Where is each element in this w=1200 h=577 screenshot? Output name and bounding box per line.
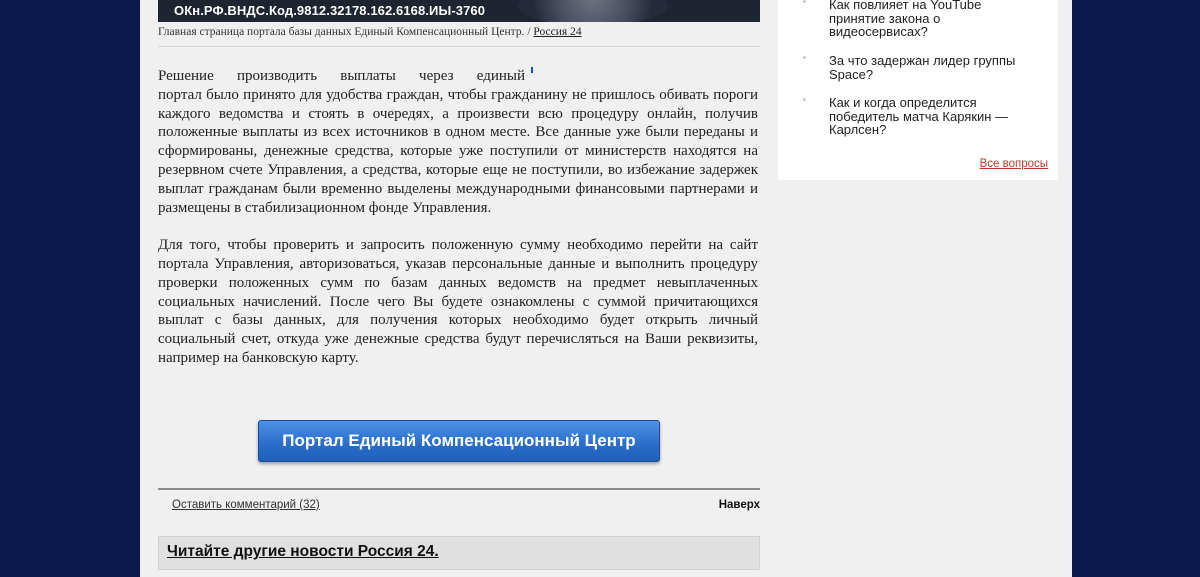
paragraph-1-text: портал было принято для удобства граждан… [158, 86, 758, 216]
page-container: ОКн.РФ.ВНДС.Код.9812.32178.162.6168.ИЫ-3… [140, 0, 1072, 577]
image-caption: Главная страница портала базы данных Еди… [158, 26, 760, 47]
text-cursor-icon [531, 67, 533, 73]
article-image: ОКн.РФ.ВНДС.Код.9812.32178.162.6168.ИЫ-3… [158, 0, 760, 22]
article-paragraph-2: Для того, чтобы проверить и запросить по… [158, 237, 758, 366]
emblem-graphic [518, 0, 668, 22]
more-news-box: Читайте другие новости Россия 24. [158, 536, 760, 570]
questions-sidebar: Как повлияет на YouTube принятие закона … [778, 0, 1058, 180]
article-body: Решение производить выплаты через единый… [158, 67, 758, 387]
cta-container: Портал Единый Компенсационный Центр [258, 420, 660, 462]
paragraph-1-first-line: Решение производить выплаты через единый [158, 67, 533, 86]
bullet-icon [803, 0, 806, 3]
image-overlay-text: ОКн.РФ.ВНДС.Код.9812.32178.162.6168.ИЫ-3… [174, 3, 486, 18]
back-to-top-link[interactable]: Наверх [719, 499, 760, 511]
article-footer: Оставить комментарий (32) Наверх [158, 497, 760, 515]
bullet-icon [803, 56, 806, 59]
more-news-link[interactable]: Читайте другие новости Россия 24. [167, 543, 439, 561]
portal-button[interactable]: Портал Единый Компенсационный Центр [258, 420, 660, 462]
bullet-icon [803, 98, 806, 101]
leave-comment-link[interactable]: Оставить комментарий (32) [172, 499, 320, 511]
main-column: ОКн.РФ.ВНДС.Код.9812.32178.162.6168.ИЫ-3… [158, 0, 760, 577]
all-questions-link[interactable]: Все вопросы [980, 158, 1048, 170]
article-paragraph-1: Решение производить выплаты через единый… [158, 67, 758, 217]
question-link[interactable]: За что задержан лидер группы Space? [829, 54, 1029, 81]
question-link[interactable]: Как повлияет на YouTube принятие закона … [829, 0, 1029, 39]
question-link[interactable]: Как и когда определится победитель матча… [829, 96, 1029, 137]
caption-source-link[interactable]: Россия 24 [533, 26, 581, 38]
footer-divider [158, 488, 760, 490]
caption-text: Главная страница портала базы данных Еди… [158, 26, 534, 38]
